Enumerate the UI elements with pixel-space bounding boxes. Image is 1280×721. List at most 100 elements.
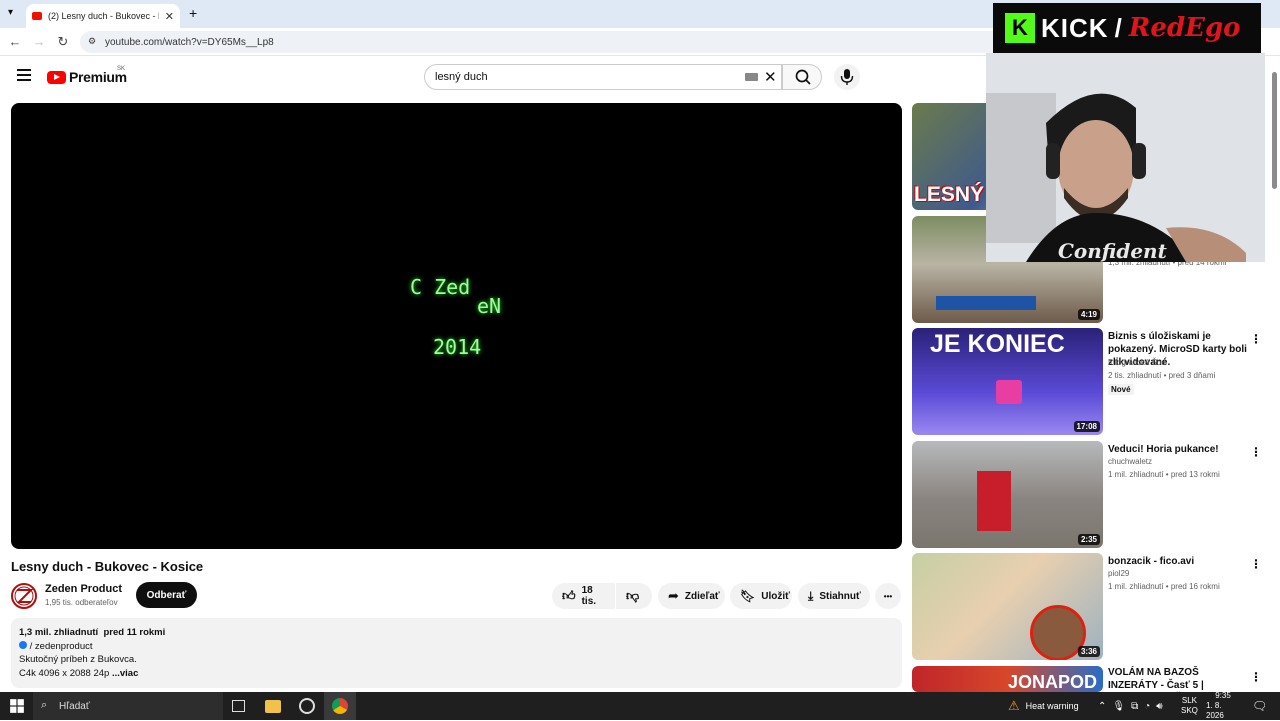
shirt-text: Confident (1058, 239, 1168, 262)
hamburger-menu-icon[interactable] (17, 69, 31, 81)
recommendation-item[interactable]: JONAPOD VOLÁM NA BAZOŠ INZERÁTY - Časť 5… (912, 666, 1268, 692)
like-count: 18 tis. (581, 585, 597, 607)
microphone-icon (840, 69, 854, 85)
page-scrollbar[interactable] (1270, 62, 1278, 692)
streamer-name: RedEgo (1128, 13, 1241, 43)
more-actions-button[interactable]: ••• (875, 583, 901, 609)
reload-icon[interactable]: ↻ (55, 34, 71, 50)
video-title[interactable]: VOLÁM NA BAZOŠ INZERÁTY - Časť 5 | JONAP… (1108, 666, 1248, 692)
description-box[interactable]: 1,3 mil. zhliadnutí pred 11 rokmi / zede… (11, 618, 902, 688)
file-explorer-icon[interactable] (265, 700, 281, 713)
search-button[interactable] (782, 64, 822, 90)
video-thumbnail[interactable]: JE KONIEC 17:08 (912, 328, 1103, 435)
social-link[interactable]: / zedenproduct (19, 640, 894, 654)
new-tab-button[interactable]: + (189, 5, 197, 21)
view-count: 1,3 mil. zhliadnutí (19, 627, 99, 638)
video-duration: 2:35 (1077, 534, 1100, 545)
video-thumbnail[interactable]: JONAPOD (912, 666, 1103, 692)
video-title[interactable]: bonzacik - fico.avi (1108, 555, 1248, 568)
video-meta: 1 mil. zhliadnutí • pred 13 rokmi (1108, 470, 1220, 479)
more-horizontal-icon: ••• (883, 591, 893, 601)
app-icon[interactable] (299, 698, 315, 714)
dislike-button[interactable]: 👎︎ (616, 583, 652, 609)
subscribe-button[interactable]: Odberať (136, 582, 197, 608)
recommendation-item[interactable]: JE KONIEC 17:08 Biznis s úložiskami je p… (912, 328, 1268, 435)
notifications-icon[interactable]: 🗨︎ (1252, 692, 1267, 720)
channel-name[interactable]: chuchwaletz (1108, 457, 1152, 466)
weather-text: Heat warning (1025, 701, 1079, 711)
video-player[interactable]: C Zed eN 2014 (11, 103, 902, 549)
thumbnail-caption: JONAPOD (1008, 672, 1098, 692)
thumbnail-popcorn-cart (977, 471, 1011, 531)
subscriber-count: 1,95 tis. odberateľov (45, 598, 118, 607)
kick-banner: K KICK / RedEgo (993, 3, 1261, 53)
task-view-icon[interactable] (232, 700, 245, 712)
language-indicator[interactable]: SLK SKQ (1181, 692, 1198, 720)
scrollbar-thumb[interactable] (1272, 72, 1277, 189)
recommendation-item[interactable]: 3:36 bonzacik - fico.avi piol29 1 mil. z… (912, 553, 1268, 660)
clock-date: 1. 8. 2026 (1206, 701, 1224, 720)
thumbnail-caption: JE KONIEC (930, 330, 1065, 358)
voice-search-button[interactable] (834, 64, 860, 90)
channel-name[interactable]: piol29 (1108, 569, 1129, 578)
bookmark-icon: 🔖︎ (740, 589, 756, 603)
language-top: SLK (1181, 696, 1198, 705)
back-arrow-icon[interactable]: ← (7, 34, 23, 49)
site-settings-icon[interactable]: ⚙ (88, 36, 96, 47)
close-tab-icon[interactable]: ✕ (165, 10, 174, 23)
tab-list-dropdown-icon[interactable]: ▾ (8, 7, 13, 18)
taskbar-search-placeholder: Hľadať (59, 700, 90, 712)
like-button[interactable]: 👍︎ 18 tis. (552, 583, 615, 609)
video-overlay-line1: C Zed (410, 275, 471, 299)
channel-name[interactable]: Zeden Product (45, 583, 122, 595)
video-thumbnail[interactable]: 2:35 (912, 441, 1103, 548)
taskbar-search-box[interactable]: ⌕ Hľadať (33, 692, 223, 720)
video-title[interactable]: Veduci! Horia pukance! (1108, 443, 1248, 456)
wifi-icon[interactable]: ◔ (1144, 701, 1150, 712)
youtube-premium-logo[interactable]: Premium SK (47, 66, 127, 85)
more-vertical-icon[interactable]: ⋮ (1250, 332, 1262, 346)
tab-title: (2) Lesny duch - Bukovec - Kosi (48, 11, 159, 21)
streamer-webcam-image: Confident (986, 53, 1265, 262)
clear-search-icon[interactable]: ✕ (764, 68, 777, 86)
url-text: youtube.com/watch?v=DY65Ms__Lp8 (105, 36, 274, 48)
windows-start-icon[interactable] (9, 698, 25, 714)
save-button[interactable]: 🔖︎ Uložiť (730, 583, 792, 609)
search-icon: ⌕ (41, 699, 48, 711)
facebook-icon (19, 640, 27, 649)
windows-taskbar: ⌕ Hľadať ⚠ Heat warning ⌃ 🎙︎ ⧉ ◔ 🔊︎ SLK … (0, 691, 1280, 720)
kick-logo-icon: K (1005, 13, 1035, 43)
clock[interactable]: 9:35 1. 8. 2026 (1206, 691, 1240, 720)
chrome-icon[interactable] (332, 698, 348, 714)
show-more-link[interactable]: ...viac (112, 668, 138, 679)
volume-icon[interactable]: 🔊︎ (1156, 701, 1162, 712)
share-button[interactable]: ➦ Zdieľať (658, 583, 725, 609)
share-label: Zdieľať (684, 590, 720, 602)
weather-widget[interactable]: ⚠ Heat warning (1008, 692, 1079, 720)
kick-slash: / (1114, 12, 1123, 43)
chevron-up-icon[interactable]: ⌃ (1098, 701, 1106, 712)
video-thumbnail[interactable]: 3:36 (912, 553, 1103, 660)
more-vertical-icon[interactable]: ⋮ (1250, 557, 1262, 571)
channel-avatar[interactable] (11, 583, 37, 609)
video-meta: 2 tis. zhliadnutí • pred 3 dňami (1108, 371, 1216, 380)
more-vertical-icon[interactable]: ⋮ (1250, 445, 1262, 459)
browser-tab-active[interactable]: (2) Lesny duch - Bukovec - Kosi ✕ (26, 4, 180, 28)
keyboard-icon[interactable] (745, 73, 758, 81)
forward-arrow-icon[interactable]: → (31, 34, 47, 49)
download-label: Stiahnuť (819, 590, 861, 602)
video-meta: 1 mil. zhliadnutí • pred 16 rokmi (1108, 582, 1220, 591)
system-tray-icons[interactable]: ⌃ 🎙︎ ⧉ ◔ 🔊︎ (1098, 692, 1163, 720)
channel-name[interactable]: Infografická Šou (1108, 358, 1166, 367)
network-icon[interactable]: ⧉ (1131, 701, 1138, 712)
youtube-favicon-icon (32, 12, 42, 20)
recommendation-item[interactable]: 2:35 Veduci! Horia pukance! chuchwaletz … (912, 441, 1268, 548)
more-vertical-icon[interactable]: ⋮ (1250, 670, 1262, 684)
download-button[interactable]: ⤓ Stiahnuť (798, 583, 870, 609)
video-duration: 4:19 (1077, 309, 1100, 320)
social-handle: / zedenproduct (29, 640, 93, 652)
kick-label: KICK (1041, 12, 1109, 43)
microphone-icon[interactable]: 🎙︎ (1112, 701, 1125, 712)
description-stats: 1,3 mil. zhliadnutí pred 11 rokmi (19, 626, 894, 640)
search-input[interactable]: lesný duch (424, 64, 782, 90)
